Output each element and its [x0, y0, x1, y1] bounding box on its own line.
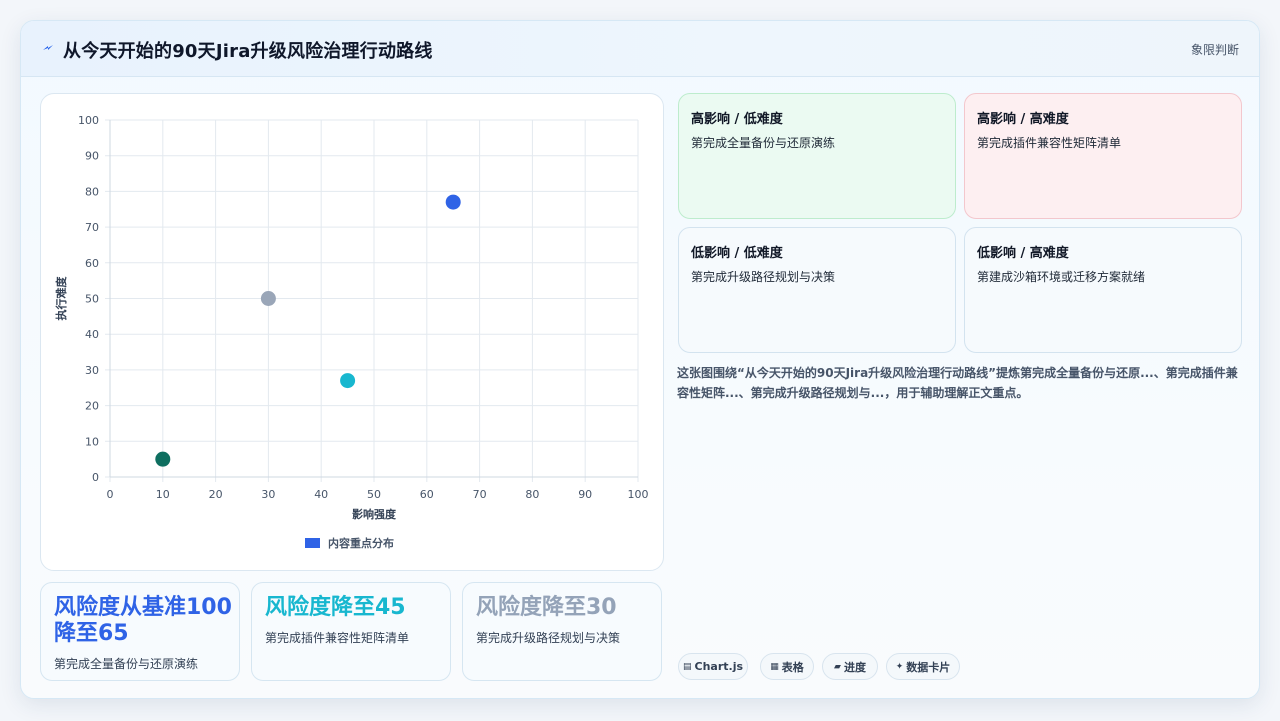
x-tick-label: 10: [156, 488, 170, 501]
data-point[interactable]: [445, 194, 461, 210]
x-tick-label: 60: [420, 488, 434, 501]
data-point[interactable]: [260, 291, 276, 306]
y-tick-label: 50: [85, 293, 99, 306]
y-tick-label: 60: [85, 257, 99, 270]
y-tick-label: 40: [85, 328, 99, 341]
stat-card: 风险度降至45 第完成插件兼容性矩阵清单: [251, 582, 451, 681]
x-axis-label: 影响强度: [352, 507, 397, 521]
quadrant-low-impact-low-difficulty: 低影响 / 低难度 第完成升级路径规划与决策: [678, 227, 956, 353]
quadrant-title: 低影响 / 低难度: [691, 246, 783, 261]
chart-summary: 这张图围绕“从今天开始的90天Jira升级风险治理行动路线”提炼第完成全量备份与…: [677, 366, 1238, 400]
chart-points: [155, 194, 461, 467]
legend-swatch[interactable]: [305, 538, 320, 548]
stat-value: 风险度降至45: [265, 595, 406, 620]
pill-table[interactable]: ▦ 表格: [760, 653, 814, 680]
y-tick-label: 10: [85, 435, 99, 448]
chart-grid: [105, 119, 639, 482]
quadrant-high-impact-low-difficulty: 高影响 / 低难度 第完成全量备份与还原演练: [678, 93, 956, 219]
stat-desc: 第完成全量备份与还原演练: [54, 657, 199, 671]
quadrant-high-impact-high-difficulty: 高影响 / 高难度 第完成插件兼容性矩阵清单: [964, 93, 1242, 219]
y-tick-label: 90: [85, 150, 99, 163]
header: 从今天开始的90天Jira升级风险治理行动路线 象限判断: [21, 21, 1259, 77]
quadrant-desc: 第完成插件兼容性矩阵清单: [977, 136, 1122, 150]
legend-label[interactable]: 内容重点分布: [328, 536, 394, 550]
y-axis-label: 执行难度: [54, 276, 68, 321]
quadrant-desc: 第完成全量备份与还原演练: [691, 136, 836, 150]
pill-chartjs[interactable]: ▤ Chart.js: [678, 653, 748, 680]
stat-desc: 第完成升级路径规划与决策: [476, 631, 621, 645]
x-tick-label: 100: [628, 488, 649, 501]
chart-ticks: 0 10 20 30 40 50 60 70 80 90 100 0 10 20 30 40 50 60 70 80 9…: [78, 114, 649, 501]
data-point[interactable]: [340, 373, 356, 389]
quadrant-title: 高影响 / 高难度: [977, 112, 1069, 127]
x-tick-label: 30: [261, 488, 275, 501]
chart-icon: ▤: [682, 661, 692, 672]
header-tag: 象限判断: [1190, 43, 1239, 57]
data-point[interactable]: [155, 451, 171, 467]
main-card: 从今天开始的90天Jira升级风险治理行动路线 象限判断 0 10 20 30 40 50…: [20, 20, 1260, 699]
x-tick-label: 70: [473, 488, 487, 501]
progress-icon: ▰: [834, 661, 841, 672]
table-icon: ▦: [770, 661, 779, 672]
sparkle-icon: ✦: [895, 661, 904, 672]
y-tick-label: 70: [85, 221, 99, 234]
page-title: 从今天开始的90天Jira升级风险治理行动路线: [63, 41, 433, 62]
scatter-chart-panel: 0 10 20 30 40 50 60 70 80 90 100 0 10 20 30 40 50 60 70 80 9…: [40, 93, 664, 571]
quadrant-desc: 第完成升级路径规划与决策: [691, 270, 836, 284]
quadrant-title: 低影响 / 高难度: [977, 246, 1069, 261]
stat-value: 风险度从基准100降至65: [54, 595, 232, 646]
y-tick-label: 0: [92, 471, 99, 484]
x-tick-label: 0: [107, 488, 114, 501]
stat-card: 风险度从基准100降至65 第完成全量备份与还原演练: [40, 582, 240, 681]
pill-label: Chart.js: [694, 660, 744, 673]
lightning-icon: [43, 45, 53, 50]
pill-label: 进度: [843, 660, 866, 674]
x-tick-label: 80: [525, 488, 539, 501]
x-tick-label: 20: [209, 488, 223, 501]
y-tick-label: 20: [85, 400, 99, 413]
y-tick-label: 100: [78, 114, 99, 127]
stat-card: 风险度降至30 第完成升级路径规划与决策: [462, 582, 662, 681]
x-tick-label: 90: [578, 488, 592, 501]
quadrant-low-impact-high-difficulty: 低影响 / 高难度 第建成沙箱环境或迁移方案就绪: [964, 227, 1242, 353]
y-tick-label: 80: [85, 185, 99, 198]
quadrant-desc: 第建成沙箱环境或迁移方案就绪: [977, 270, 1146, 284]
stat-value: 风险度降至30: [476, 595, 617, 620]
pill-data-card[interactable]: ✦ 数据卡片: [886, 653, 960, 680]
stat-desc: 第完成插件兼容性矩阵清单: [265, 631, 410, 645]
quadrant-title: 高影响 / 低难度: [691, 112, 783, 127]
x-tick-label: 40: [314, 488, 328, 501]
pill-label: 表格: [781, 660, 804, 674]
x-tick-label: 50: [367, 488, 381, 501]
scatter-chart: 0 10 20 30 40 50 60 70 80 90 100 0 10 20 30 40 50 60 70 80 9…: [54, 114, 649, 550]
y-tick-label: 30: [85, 364, 99, 377]
pill-label: 数据卡片: [906, 660, 951, 674]
pill-progress[interactable]: ▰ 进度: [822, 653, 878, 680]
